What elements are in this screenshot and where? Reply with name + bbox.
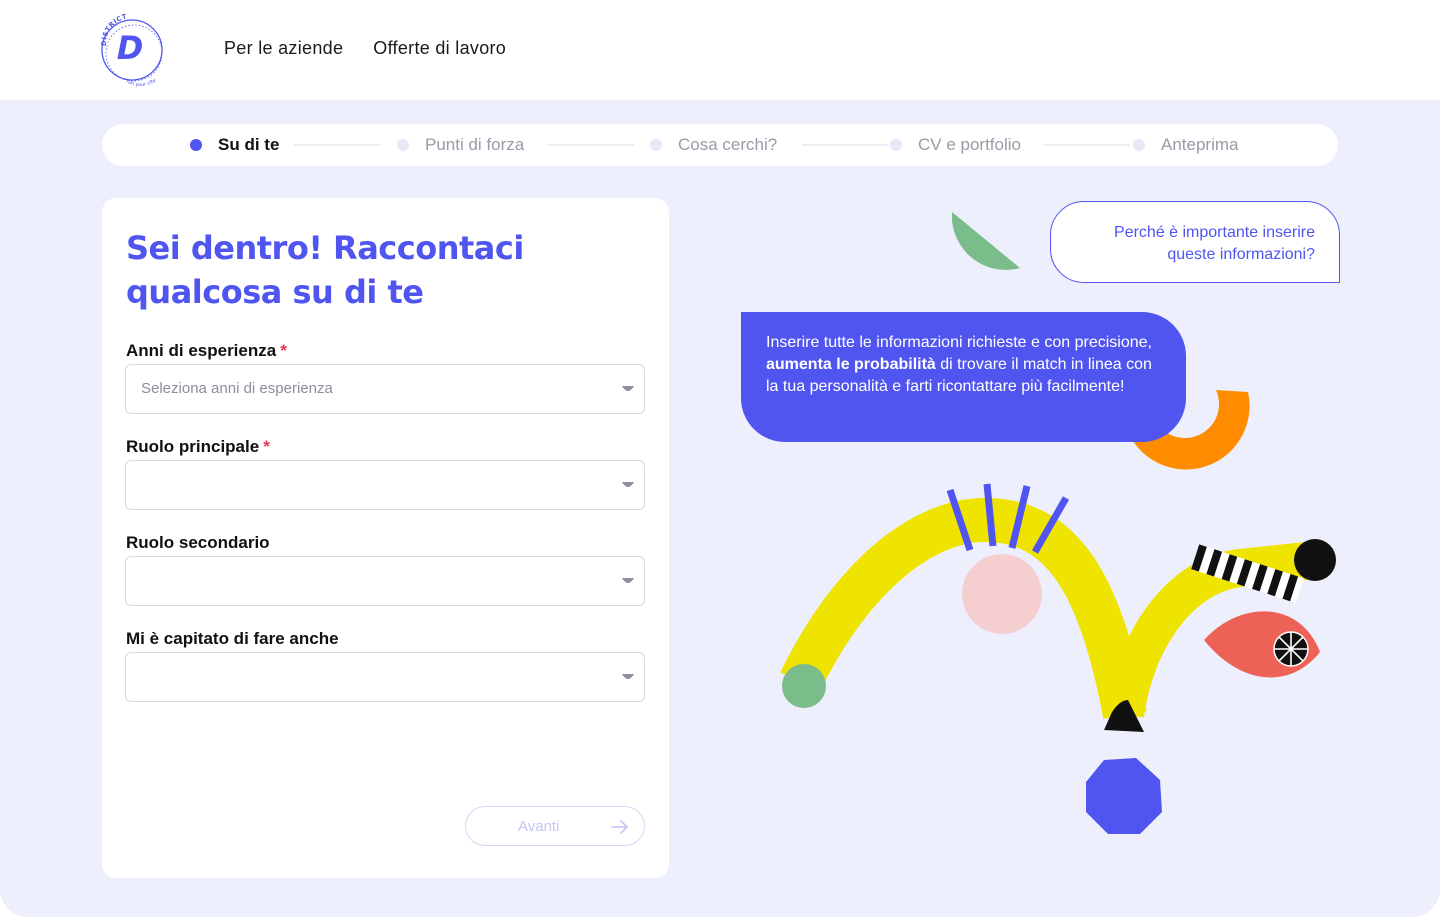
step-label: Cosa cerchi?	[678, 135, 778, 154]
step-su-di-te[interactable]: Su di te	[190, 124, 279, 166]
next-button-label: Avanti	[518, 818, 560, 835]
yellow-branch-shape	[1106, 541, 1317, 718]
label-text: Mi è capitato di fare anche	[126, 629, 339, 648]
profile-form-card: Sei dentro! Raccontaci qualcosa su di te…	[102, 198, 669, 878]
label-text: Anni di esperienza	[126, 341, 277, 360]
field-label-mi-e-capitato: Mi è capitato di fare anche	[126, 629, 339, 649]
step-dot	[1133, 139, 1145, 151]
caret-down-icon	[622, 386, 634, 391]
step-dot	[890, 139, 902, 151]
progress-stepper: Su di te Punti di forza Cosa cerchi? CV …	[102, 124, 1338, 166]
step-dot	[397, 139, 409, 151]
step-anteprima[interactable]: Anteprima	[1133, 124, 1238, 166]
svg-text:D: D	[117, 29, 144, 67]
step-connector	[1044, 144, 1130, 146]
select-placeholder: Seleziona anni di esperienza	[141, 380, 333, 397]
help-answer-bubble: Inserire tutte le informazioni richieste…	[741, 312, 1186, 442]
step-dot-active	[190, 139, 202, 151]
field-label-ruolo-principale: Ruolo principale *	[126, 437, 270, 457]
step-connector	[548, 144, 634, 146]
select-ruolo-secondario[interactable]	[125, 556, 645, 606]
answer-part: Inserire tutte le informazioni richieste…	[766, 334, 1152, 351]
black-triangle-shape	[1104, 700, 1144, 732]
step-label: Punti di forza	[425, 135, 525, 154]
caret-down-icon	[622, 674, 634, 679]
required-mark: *	[280, 341, 287, 360]
step-label: Anteprima	[1161, 135, 1239, 154]
blue-octagon-shape	[1086, 758, 1162, 834]
step-dot	[650, 139, 662, 151]
label-text: Ruolo principale	[126, 437, 260, 456]
page-frame: D DISTRICT run your city Per le aziende …	[0, 0, 1440, 917]
green-circle-shape	[782, 664, 826, 708]
coral-eye-shape	[1204, 611, 1320, 678]
form-title: Sei dentro! Raccontaci qualcosa su di te	[126, 229, 524, 311]
pink-circle-shape	[962, 554, 1042, 634]
select-ruolo-principale[interactable]	[125, 460, 645, 510]
step-cosa-cerchi[interactable]: Cosa cerchi?	[650, 124, 777, 166]
help-question-bubble[interactable]: Perché è importante inserire queste info…	[1050, 201, 1340, 283]
blue-rays-shape	[946, 483, 1070, 554]
black-circle-shape	[1294, 539, 1336, 581]
answer-bold: aumenta le probabilità	[766, 356, 936, 373]
nav-link-per-le-aziende[interactable]: Per le aziende	[224, 38, 343, 59]
required-mark: *	[263, 437, 270, 456]
step-cv-e-portfolio[interactable]: CV e portfolio	[890, 124, 1021, 166]
select-mi-e-capitato[interactable]	[125, 652, 645, 702]
caret-down-icon	[622, 482, 634, 487]
step-connector	[802, 144, 888, 146]
step-punti-di-forza[interactable]: Punti di forza	[397, 124, 524, 166]
step-label: Su di te	[218, 135, 280, 154]
yellow-arch-shape	[780, 497, 1147, 720]
step-label: CV e portfolio	[918, 135, 1021, 154]
help-answer-text: Inserire tutte le informazioni richieste…	[766, 332, 1166, 398]
step-connector	[294, 144, 380, 146]
label-text: Ruolo secondario	[126, 533, 270, 552]
arrow-right-icon	[611, 820, 628, 834]
select-anni-di-esperienza[interactable]: Seleziona anni di esperienza	[125, 364, 645, 414]
next-button[interactable]: Avanti	[465, 806, 645, 846]
help-question-text: Perché è importante inserire queste info…	[1114, 224, 1315, 263]
nav-link-offerte-di-lavoro[interactable]: Offerte di lavoro	[373, 38, 506, 59]
striped-band-shape	[1191, 544, 1304, 604]
district-logo[interactable]: D DISTRICT run your city	[96, 10, 168, 88]
green-half-circle-shape	[951, 212, 1020, 270]
top-header: D DISTRICT run your city Per le aziende …	[0, 0, 1440, 100]
field-label-anni-di-esperienza: Anni di esperienza *	[126, 341, 287, 361]
field-label-ruolo-secondario: Ruolo secondario	[126, 533, 270, 553]
caret-down-icon	[622, 578, 634, 583]
wheel-eye-icon	[1273, 631, 1309, 667]
main-nav: Per le aziende Offerte di lavoro	[224, 38, 506, 59]
